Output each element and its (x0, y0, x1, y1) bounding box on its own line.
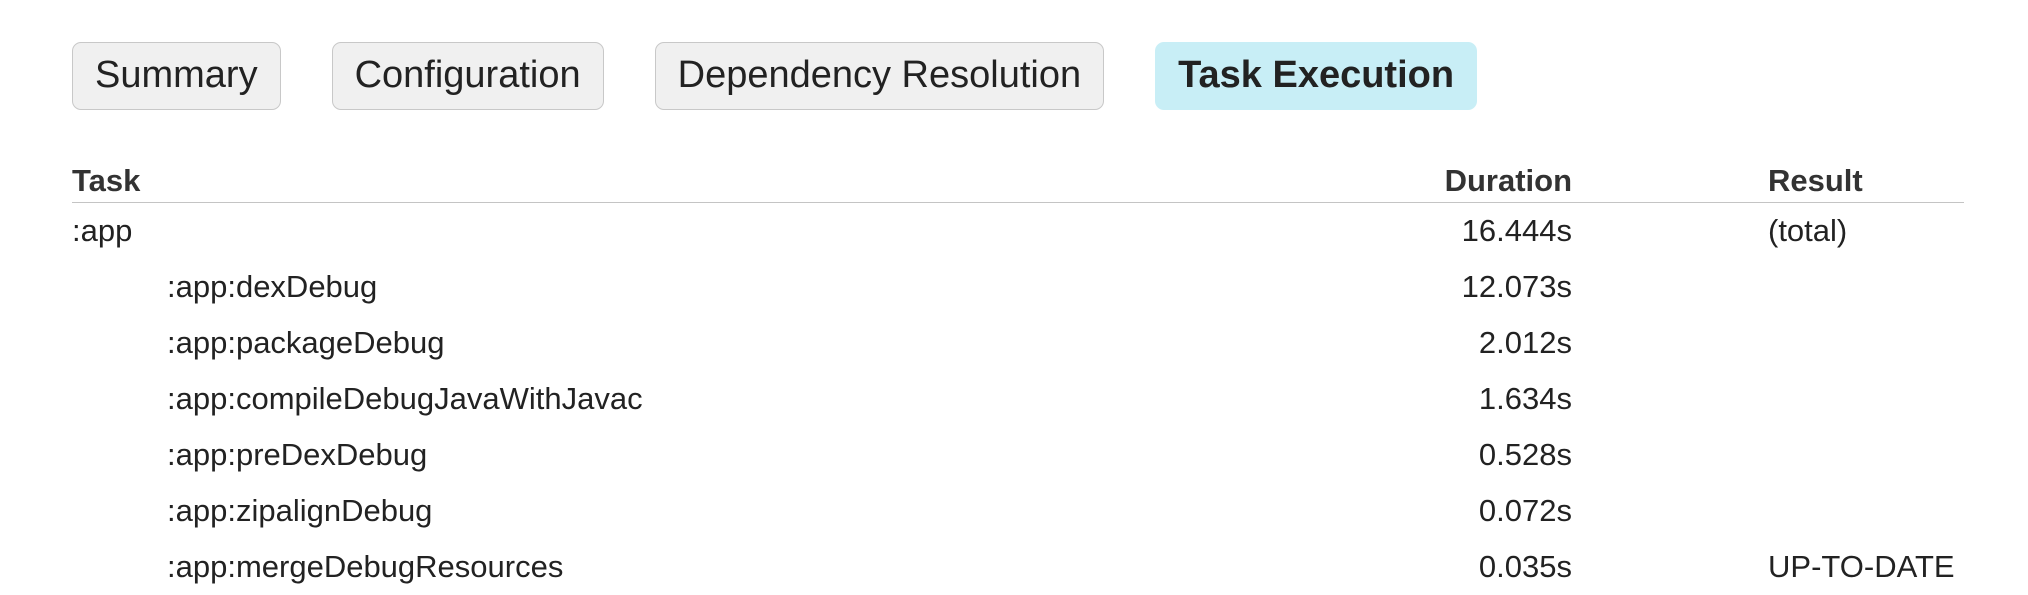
table-row: :app:preDexDebug0.528s (72, 427, 1964, 483)
task-duration-value: 0.528s (1479, 437, 1572, 473)
row-spacer-cell (1572, 539, 1768, 595)
table-row: :app:packageDebug2.012s (72, 315, 1964, 371)
task-name-cell: :app:dexDebug (72, 259, 1572, 315)
row-spacer-cell (1572, 483, 1768, 539)
task-name-cell: :app:packageDebug (72, 315, 1572, 371)
task-rows: :app16.444s(total):app:dexDebug12.073s:a… (72, 203, 1964, 595)
task-duration-value: 12.073s (1462, 269, 1572, 305)
task-result-cell (1768, 259, 1964, 315)
task-result-cell: UP-TO-DATE (1768, 539, 1964, 595)
column-header-result: Result (1768, 160, 1964, 203)
task-duration-value: 2.012s (1479, 325, 1572, 361)
task-name-cell: :app:preDexDebug (72, 427, 1572, 483)
task-result-cell (1768, 483, 1964, 539)
table-header-row: Task Duration Result (72, 160, 1964, 203)
row-spacer-cell (1572, 315, 1768, 371)
column-header-spacer (1572, 160, 1768, 203)
task-duration-value: 1.634s (1479, 381, 1572, 417)
column-header-duration-label: Duration (1445, 163, 1572, 199)
tab-bar: Summary Configuration Dependency Resolut… (72, 42, 1528, 110)
table-row: :app16.444s (total) (72, 203, 1964, 260)
tab-configuration[interactable]: Configuration (332, 42, 604, 110)
task-result-cell (1768, 371, 1964, 427)
column-header-task: Task (72, 160, 1572, 203)
task-name-cell: :app (72, 203, 1572, 260)
task-name-cell: :app:mergeDebugResources (72, 539, 1572, 595)
tab-dependency-resolution[interactable]: Dependency Resolution (655, 42, 1105, 110)
tab-summary[interactable]: Summary (72, 42, 281, 110)
row-spacer-cell (1572, 203, 1768, 260)
row-spacer-cell (1572, 371, 1768, 427)
task-result-cell: (total) (1768, 203, 1964, 260)
task-name-cell: :app:compileDebugJavaWithJavac (72, 371, 1572, 427)
table-row: :app:dexDebug12.073s (72, 259, 1964, 315)
table-row: :app:zipalignDebug0.072s (72, 483, 1964, 539)
task-duration-value: 16.444s (1462, 213, 1572, 249)
row-spacer-cell (1572, 427, 1768, 483)
table-row: :app:compileDebugJavaWithJavac1.634s (72, 371, 1964, 427)
task-duration-value: 0.035s (1479, 549, 1572, 585)
row-spacer-cell (1572, 259, 1768, 315)
task-name-cell: :app:zipalignDebug (72, 483, 1572, 539)
tab-task-execution[interactable]: Task Execution (1155, 42, 1477, 110)
task-result-cell (1768, 427, 1964, 483)
task-duration-value: 0.072s (1479, 493, 1572, 529)
task-execution-table: Task Duration Result :app16.444s (total):… (72, 160, 1964, 595)
task-result-cell (1768, 315, 1964, 371)
table-row: :app:mergeDebugResources0.035s UP-TO-DATE (72, 539, 1964, 595)
